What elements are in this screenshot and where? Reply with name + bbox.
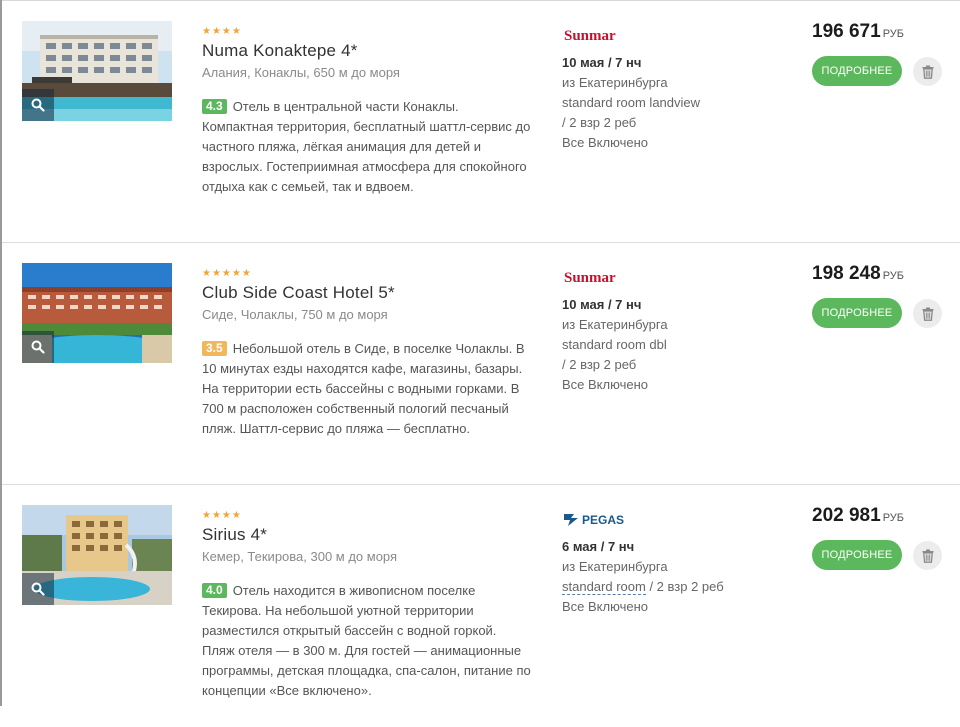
zoom-button[interactable] (22, 573, 54, 605)
departure-city: из Екатеринбурга (562, 75, 668, 90)
tour-date: 10 мая / 7 нч (562, 297, 642, 312)
currency: РУБ (882, 512, 904, 524)
price: 198 248 РУБ (812, 263, 904, 285)
description-text: Отель находится в живописном поселке Тек… (202, 583, 531, 698)
room-type-link[interactable]: standard room (562, 579, 646, 595)
hotel-name[interactable]: Sirius 4* (202, 525, 267, 545)
price-value: 196 671 (812, 21, 881, 42)
currency: РУБ (882, 28, 904, 40)
hotel-name[interactable]: Numa Konaktepe 4* (202, 41, 358, 61)
trash-icon (922, 65, 933, 79)
details-button[interactable]: ПОДРОБНЕЕ (812, 298, 902, 328)
rating-badge: 3.5 (202, 341, 227, 356)
operator-logo: Sunmar (562, 25, 622, 45)
meal-plan: Все Включено (562, 377, 648, 392)
star-rating: ★★★★ (202, 26, 242, 37)
hotel-location: Кемер, Текирова, 300 м до моря (202, 549, 398, 564)
description-text: Отель в центральной части Конаклы. Компа… (202, 99, 531, 194)
description-text: Небольшой отель в Сиде, в поселке Чолакл… (202, 341, 525, 436)
delete-button[interactable] (913, 541, 942, 570)
price: 196 671 РУБ (812, 21, 904, 43)
hotel-card: ★★★★★ Club Side Coast Hotel 5* Сиде, Чол… (2, 243, 960, 485)
currency: РУБ (882, 270, 904, 282)
rating-badge: 4.0 (202, 583, 227, 598)
meal-plan: Все Включено (562, 599, 648, 614)
hotel-location: Алания, Конаклы, 650 м до моря (202, 65, 400, 80)
zoom-button[interactable] (22, 331, 54, 363)
hotel-description: 4.0 Отель находится в живописном поселке … (202, 581, 532, 701)
room-type: standard room landview (562, 95, 701, 110)
guests: / 2 взр 2 реб (645, 579, 724, 594)
price-value: 198 248 (812, 263, 881, 284)
hotel-location: Сиде, Чолаклы, 750 м до моря (202, 307, 388, 322)
room-type: standard room dbl (562, 337, 667, 352)
star-rating: ★★★★ (202, 510, 242, 521)
price: 202 981 РУБ (812, 505, 904, 527)
sunmar-logo: Sunmar (564, 270, 616, 286)
sunmar-logo: Sunmar (564, 28, 616, 44)
room-and-guests: standard room / 2 взр 2 реб (562, 577, 724, 597)
hotel-photo[interactable] (22, 505, 172, 605)
magnifier-icon (31, 340, 45, 354)
rating-badge: 4.3 (202, 99, 227, 114)
departure-city: из Екатеринбурга (562, 559, 668, 574)
meal-plan: Все Включено (562, 135, 648, 150)
departure-city: из Екатеринбурга (562, 317, 668, 332)
hotel-description: 4.3 Отель в центральной части Конаклы. Ко… (202, 97, 532, 197)
tour-date: 10 мая / 7 нч (562, 55, 642, 70)
price-value: 202 981 (812, 505, 881, 526)
magnifier-icon (31, 582, 45, 596)
svg-text:PEGAS: PEGAS (582, 513, 624, 527)
trash-icon (922, 307, 933, 321)
star-rating: ★★★★★ (202, 268, 252, 279)
guests: / 2 взр 2 реб (562, 115, 637, 130)
hotel-photo[interactable] (22, 263, 172, 363)
svg-text:Sunmar: Sunmar (564, 28, 616, 44)
hotel-card: ★★★★ Sirius 4* Кемер, Текирова, 300 м до… (2, 485, 960, 727)
trash-icon (922, 549, 933, 563)
delete-button[interactable] (913, 57, 942, 86)
pegas-logo: PEGAS (564, 513, 624, 527)
operator-logo: Sunmar (562, 267, 622, 287)
delete-button[interactable] (913, 299, 942, 328)
tour-date: 6 мая / 7 нч (562, 539, 635, 554)
details-button[interactable]: ПОДРОБНЕЕ (812, 56, 902, 86)
zoom-button[interactable] (22, 89, 54, 121)
hotel-card: ★★★★ Numa Konaktepe 4* Алания, Конаклы, … (2, 1, 960, 243)
magnifier-icon (31, 98, 45, 112)
hotel-description: 3.5 Небольшой отель в Сиде, в поселке Чол… (202, 339, 532, 439)
operator-logo: PEGAS (562, 509, 632, 529)
svg-text:Sunmar: Sunmar (564, 270, 616, 286)
hotel-photo[interactable] (22, 21, 172, 121)
hotel-name[interactable]: Club Side Coast Hotel 5* (202, 283, 395, 303)
guests: / 2 взр 2 реб (562, 357, 637, 372)
details-button[interactable]: ПОДРОБНЕЕ (812, 540, 902, 570)
